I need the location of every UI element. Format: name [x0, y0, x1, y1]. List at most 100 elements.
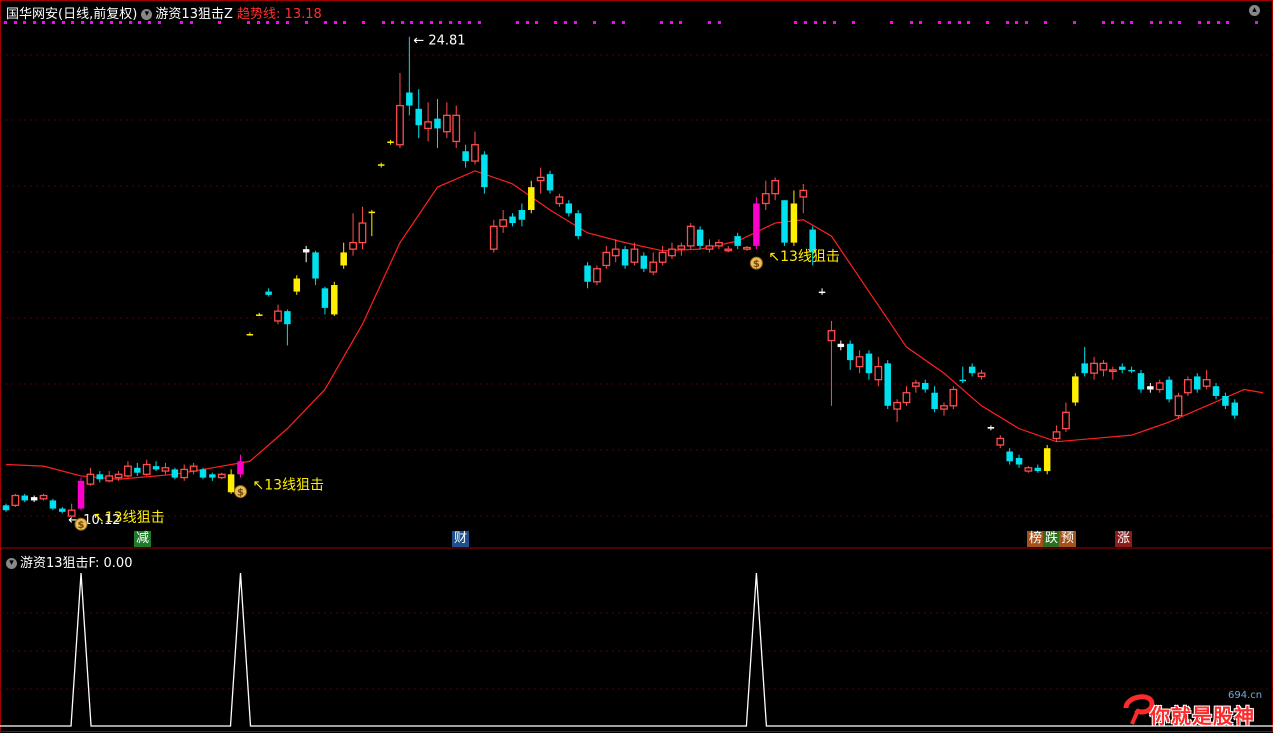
- sub-indicator-label[interactable]: 游资13狙击F: [20, 556, 95, 571]
- candle-body: [1222, 396, 1229, 406]
- candle-body: [106, 476, 113, 481]
- candle-body: [838, 344, 845, 347]
- top-marker-dot: [919, 21, 922, 24]
- top-marker-dot: [410, 21, 413, 24]
- top-marker-dot: [1207, 21, 1210, 24]
- top-marker-dot: [343, 21, 346, 24]
- collapse-icon[interactable]: ▴: [1249, 5, 1260, 16]
- candle-body: [612, 249, 619, 256]
- money-bag-symbol: $: [237, 488, 244, 499]
- candle-body: [884, 363, 891, 405]
- sub-chart-header: ▾ 游资13狙击F: 0.00: [6, 552, 132, 571]
- top-marker-dot: [324, 21, 327, 24]
- chart-header: 国华网安(日线,前复权) ▾ 游资13狙击Z 趋势线: 13.18: [6, 3, 322, 22]
- money-bag-symbol: $: [78, 520, 85, 531]
- event-tag-die[interactable]: 跌: [1043, 531, 1060, 547]
- top-marker-dot: [823, 21, 826, 24]
- candle-body: [472, 145, 479, 161]
- event-tag-yu[interactable]: 预: [1059, 531, 1076, 547]
- top-marker-dot: [1025, 21, 1028, 24]
- top-marker-dot: [449, 21, 452, 24]
- top-marker-dot: [1015, 21, 1018, 24]
- indicator-name[interactable]: 游资13狙击Z: [155, 7, 232, 22]
- candle-body: [162, 468, 169, 471]
- event-tag-jian[interactable]: 减: [134, 531, 151, 547]
- candle-body: [1091, 363, 1098, 373]
- candle-body: [1119, 367, 1126, 370]
- event-tag-zhang[interactable]: 涨: [1115, 531, 1132, 547]
- top-marker-dot: [948, 21, 951, 24]
- candle-body: [200, 469, 207, 477]
- candle-body: [359, 223, 366, 243]
- top-marker-dot: [814, 21, 817, 24]
- candle-body: [143, 465, 150, 475]
- candle-body: [434, 119, 441, 129]
- candle-body: [294, 279, 301, 292]
- candle-body: [950, 389, 957, 405]
- candle-body: [228, 474, 235, 492]
- candle-body: [856, 357, 863, 367]
- top-marker-dot: [554, 21, 557, 24]
- price-chart: ← 24.81← 10.12$ ↖13线狙击$ ↖13线狙击$ ↖13线狙击: [0, 0, 1273, 733]
- candle-body: [725, 249, 732, 251]
- candle-body: [678, 246, 685, 249]
- sub-indicator-menu-icon[interactable]: ▾: [6, 558, 17, 569]
- candle-body: [960, 380, 967, 382]
- top-marker-dot: [1130, 21, 1133, 24]
- top-marker-dot: [516, 21, 519, 24]
- candle-body: [556, 197, 563, 204]
- signal-label: ↖13线狙击: [93, 510, 165, 526]
- candle-body: [425, 122, 432, 129]
- candle-body: [772, 181, 779, 194]
- candle-body: [190, 466, 197, 471]
- top-marker-dot: [362, 21, 365, 24]
- candle-body: [819, 292, 826, 294]
- top-marker-dot: [535, 21, 538, 24]
- candle-body: [444, 115, 451, 131]
- event-tag-bang[interactable]: 榜: [1027, 531, 1044, 547]
- candle-body: [669, 249, 676, 256]
- top-marker-dot: [468, 21, 471, 24]
- top-marker-dot: [1159, 21, 1162, 24]
- candle-body: [59, 509, 66, 512]
- candle-body: [575, 213, 582, 236]
- candle-body: [237, 461, 244, 474]
- indicator-menu-icon[interactable]: ▾: [141, 9, 152, 20]
- candle-body: [716, 243, 723, 246]
- candle-body: [800, 190, 807, 197]
- candle-body: [875, 367, 882, 380]
- stock-label[interactable]: 国华网安(日线,前复权): [6, 7, 137, 22]
- candle-body: [988, 427, 995, 429]
- candle-body: [153, 466, 160, 469]
- candle-body: [1185, 380, 1192, 393]
- candle-body: [312, 252, 319, 278]
- candle-body: [12, 496, 19, 506]
- candle-body: [584, 265, 591, 281]
- candle-body: [622, 249, 629, 265]
- candle-body: [631, 249, 638, 262]
- top-marker-dot: [564, 21, 567, 24]
- candle-body: [847, 344, 854, 360]
- candle-body: [209, 474, 216, 477]
- candle-body: [1156, 383, 1163, 390]
- top-marker-dot: [1111, 21, 1114, 24]
- top-marker-dot: [890, 21, 893, 24]
- candle-body: [247, 334, 254, 336]
- candle-body: [828, 331, 835, 341]
- candle-body: [50, 500, 57, 508]
- top-marker-dot: [833, 21, 836, 24]
- top-marker-dot: [660, 21, 663, 24]
- event-tag-cai[interactable]: 财: [452, 531, 469, 547]
- candle-body: [509, 217, 516, 224]
- top-marker-dot: [1006, 21, 1009, 24]
- candle-body: [866, 354, 873, 374]
- top-marker-dot: [1217, 21, 1220, 24]
- candle-body: [1072, 376, 1079, 402]
- candle-body: [387, 141, 394, 143]
- candle-body: [1081, 363, 1088, 373]
- candle-body: [369, 212, 376, 214]
- candle-body: [1063, 412, 1070, 428]
- candle-body: [922, 383, 929, 390]
- candle-body: [172, 469, 179, 477]
- candle-body: [491, 226, 498, 249]
